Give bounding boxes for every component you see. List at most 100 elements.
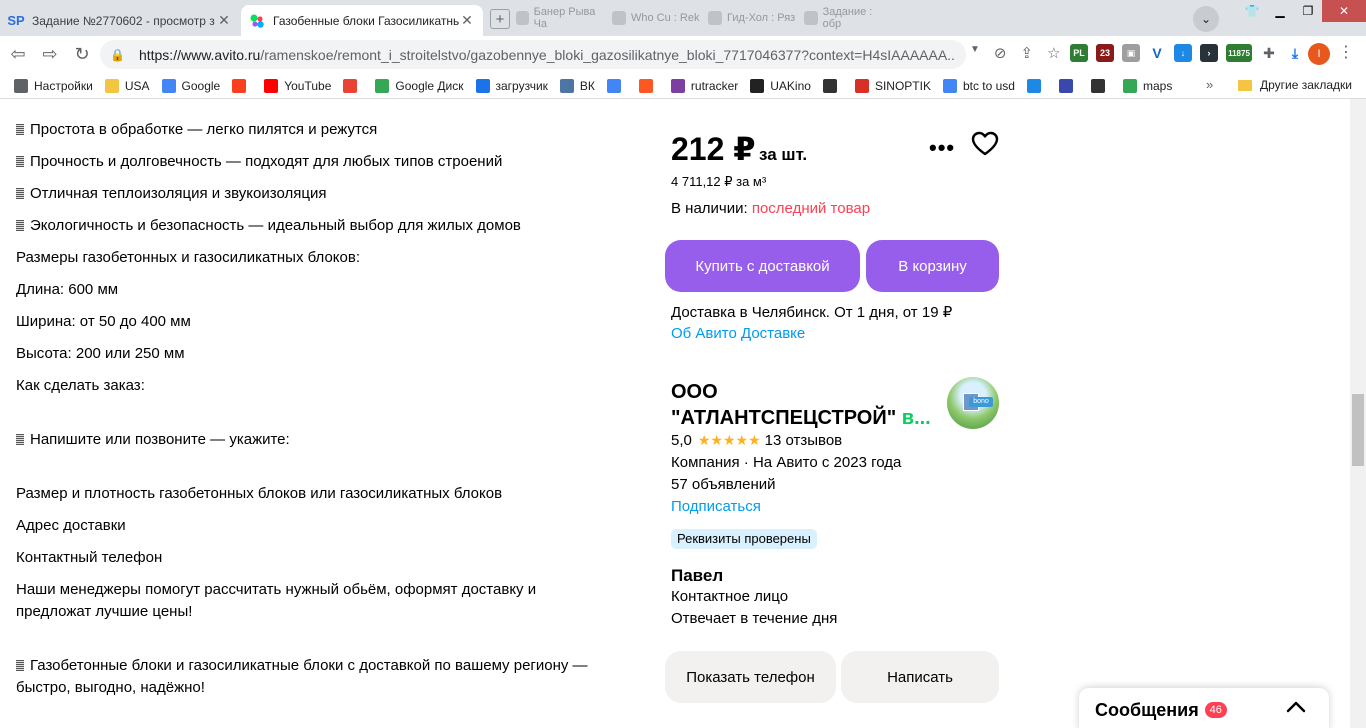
star-rating-icon: ★★★★★ [697,432,761,448]
google-icon [161,78,176,93]
ghost-tab[interactable]: Гид-Хол : Ряз [708,9,796,27]
add-to-cart-button[interactable]: В корзину [866,240,999,292]
description-line: Высота: 200 или 250 мм [16,345,185,362]
close-icon[interactable]: ✕ [216,12,232,29]
seller-logo[interactable]: bono [947,377,999,429]
download-box-icon[interactable]: ↓ [1174,44,1192,62]
description-line: Контактный телефон [16,549,163,566]
bitcoin-icon[interactable]: 11875 [1226,44,1252,62]
gear-icon [14,78,28,93]
bookmark-item[interactable]: SINOPTIK [854,78,931,93]
bookmarks-more-icon[interactable]: » [1206,77,1213,92]
bookmark-item[interactable]: загрузчик [475,78,548,93]
favicon-icon [804,11,818,25]
other-bookmarks[interactable]: Другие закладки [1238,78,1352,92]
about-delivery-link[interactable]: Об Авито Доставке [671,325,805,342]
v-icon[interactable]: V [1148,44,1166,62]
bookmark-item[interactable]: YouTube [264,78,331,93]
tab-task[interactable]: SP Задание №2770602 - просмотр з ✕ [0,5,240,36]
briefcase-icon[interactable]: ▣ [1122,44,1140,62]
bullet-icon [16,188,24,199]
restore-icon[interactable]: ❐ [1294,0,1322,22]
youtube-icon [264,78,279,93]
address-bar[interactable]: 🔒 https://www.avito.ru/ramenskoe/remont_… [100,40,966,69]
back-arrow-icon[interactable]: ⇦ [4,41,32,69]
reload-icon[interactable]: ↻ [68,41,96,69]
bookmark-item[interactable]: ВК [559,78,595,93]
forward-arrow-icon[interactable]: ⇨ [36,41,64,69]
bookmark-item[interactable] [232,78,252,93]
google-icon [942,78,957,93]
bookmark-item[interactable]: Настройки [14,78,93,93]
bookmark-item[interactable]: btc to usd [942,78,1015,93]
buy-with-delivery-button[interactable]: Купить с доставкой [665,240,860,292]
pawn-icon [822,78,837,93]
new-tab-button[interactable]: + [490,9,510,29]
tab-search-chevron-icon[interactable]: ⌄ [1193,6,1219,32]
description-line: Как сделать заказ: [16,377,145,394]
globe-pl-icon[interactable]: PL [1070,44,1088,62]
bookmark-item[interactable] [343,78,363,93]
price-unit: за шт. [759,145,808,164]
blocked-popup-icon[interactable]: ⊘ [994,44,1007,62]
bookmark-item[interactable]: UAKino [750,78,811,93]
tab-strip: SP Задание №2770602 - просмотр з ✕ Газоб… [0,0,1366,36]
show-phone-button[interactable]: Показать телефон [665,651,836,703]
bookmark-star-icon[interactable]: ☆ [1047,44,1060,62]
bookmark-item[interactable] [1026,78,1047,93]
seller-rating[interactable]: 5,0 ★★★★★ 13 отзывов [671,432,842,449]
heart-icon[interactable] [971,131,999,157]
thermometer-icon [854,78,869,93]
bookmark-item[interactable]: Google Диск [375,78,464,93]
bookmark-item[interactable]: USA [104,78,150,93]
bookmark-item[interactable]: rutracker [670,78,738,93]
dropdown-triangle-icon[interactable]: ▼ [970,44,980,62]
bookmark-item[interactable] [1090,78,1111,93]
more-options-icon[interactable]: ••• [929,135,955,161]
ghost-tab[interactable]: Who Cu : Rek [612,9,700,27]
bullet-icon [16,220,24,231]
scrollbar-thumb[interactable] [1352,394,1364,466]
subscribe-link[interactable]: Подписаться [671,498,761,515]
terminal-icon[interactable]: › [1200,44,1218,62]
profile-avatar[interactable]: I [1308,43,1330,65]
bookmark-item[interactable] [606,78,627,93]
bookmark-item[interactable]: Google [161,78,220,93]
window-close-icon[interactable]: ✕ [1322,0,1366,22]
lock-icon[interactable]: 🔒 [110,48,125,62]
bookmark-item[interactable] [1058,78,1079,93]
write-message-button[interactable]: Написать [841,651,999,703]
favicon-icon [516,11,529,25]
puzzle-icon[interactable]: ✚ [1260,44,1278,62]
minimize-icon[interactable]: ▁ [1266,0,1294,22]
ghost-tab[interactable]: Задание : обр [804,6,892,30]
rutracker-icon [670,78,685,93]
ghost-tab[interactable]: Банер Рыва Ча [516,6,604,30]
ads-count[interactable]: 57 объявлений [671,476,776,493]
bookmark-item[interactable] [638,78,659,93]
kebab-menu-icon[interactable]: ⋮ [1338,42,1354,62]
f-icon [638,78,653,93]
browser-toolbar: ⇦ ⇨ ↻ 🔒 https://www.avito.ru/ramenskoe/r… [0,36,1366,73]
share-icon[interactable]: ⇪ [1020,44,1033,62]
close-icon[interactable]: ✕ [459,12,475,29]
folder-icon [104,78,119,93]
favicon-icon [708,11,722,25]
bookmark-item[interactable]: maps [1122,78,1172,93]
description-line: предложат лучшие цены! [16,603,193,620]
tab-avito[interactable]: Газобенные блоки Газосиликатны ✕ [241,5,483,36]
messages-widget[interactable]: Сообщения 46 [1079,688,1329,728]
badge-23-icon[interactable]: 23 [1096,44,1114,62]
url-text[interactable]: https://www.avito.ru/ramenskoe/remont_i_… [139,47,956,63]
page-scrollbar[interactable] [1350,99,1366,728]
tab-title: Задание №2770602 - просмотр з [32,13,215,28]
tshirt-icon[interactable]: 👕 [1238,0,1266,22]
bookmark-item[interactable] [822,78,843,93]
description-line: Ширина: от 50 до 400 мм [16,313,191,330]
chevron-up-icon[interactable] [1285,696,1307,718]
seller-name[interactable]: ООО "АТЛАНТСПЕЦСТРОЙ" в... [671,379,941,431]
description-line: Размер и плотность газобетонных блоков и… [16,485,503,502]
downloads-icon[interactable]: ⤓ [1286,44,1304,62]
company-info: Компания · На Авито с 2023 года [671,454,902,471]
yandex-icon [232,78,247,93]
